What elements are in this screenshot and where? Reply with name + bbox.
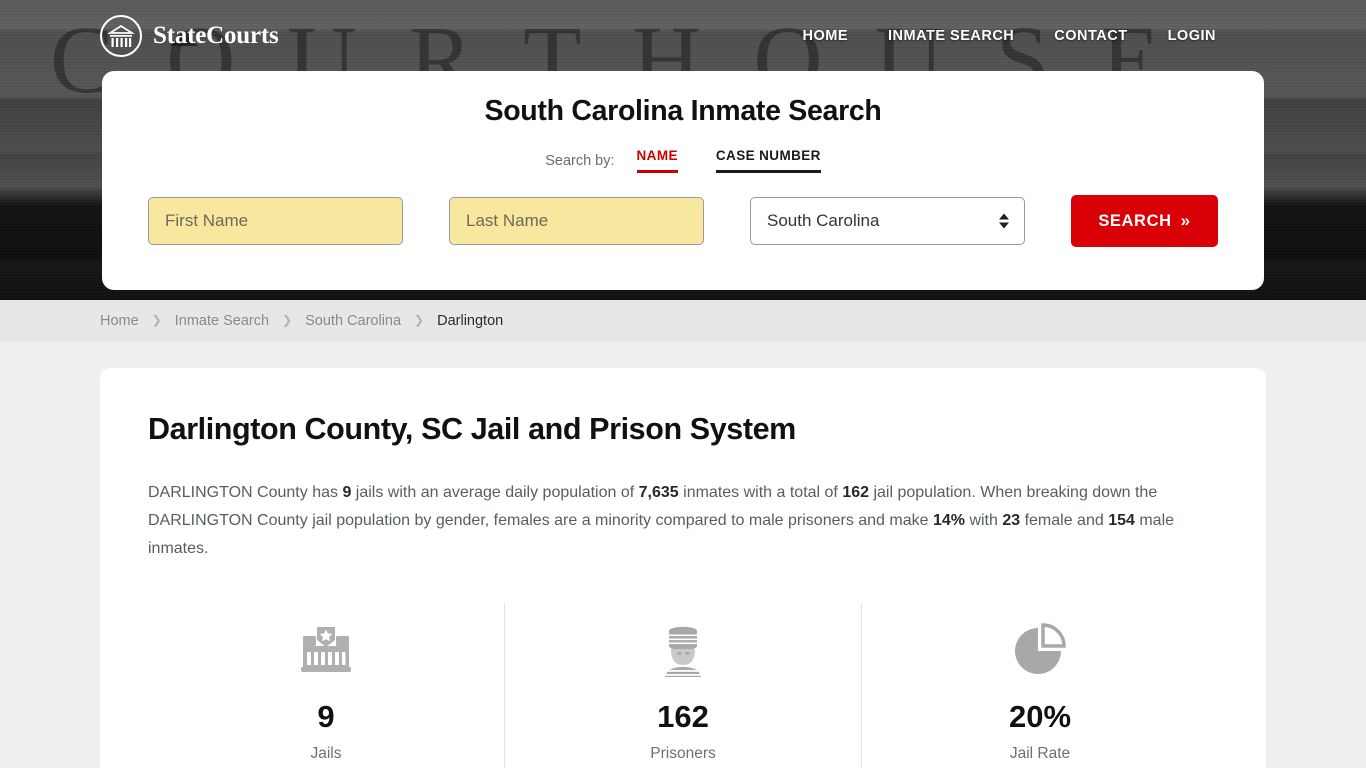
stat-male-count-inline: 154 xyxy=(1108,512,1135,529)
search-by-label: Search by: xyxy=(545,152,615,169)
tab-search-by-case-number[interactable]: CASE NUMBER xyxy=(715,148,821,173)
breadcrumb-item-home[interactable]: Home xyxy=(100,313,139,329)
search-button-label: SEARCH xyxy=(1098,211,1172,230)
breadcrumb-item-darlington: Darlington xyxy=(437,313,504,329)
double-chevron-right-icon: » xyxy=(1180,211,1191,230)
search-card-title: South Carolina Inmate Search xyxy=(484,95,882,127)
prisoner-icon xyxy=(505,617,861,683)
breadcrumb-separator-icon: ❯ xyxy=(151,313,162,327)
stat-jails-label: Jails xyxy=(310,745,342,762)
courthouse-circle-icon xyxy=(100,15,142,57)
stat-jails-value: 9 xyxy=(317,699,335,734)
inmate-search-card: South Carolina Inmate Search Search by: … xyxy=(102,71,1264,290)
breadcrumb: Home ❯ Inmate Search ❯ South Carolina ❯ … xyxy=(0,300,1366,342)
jail-building-icon xyxy=(148,617,504,683)
search-button[interactable]: SEARCH » xyxy=(1071,195,1218,247)
stat-female-percent-inline: 14% xyxy=(932,512,965,529)
intro-text-1: DARLINGTON County has xyxy=(148,484,343,501)
stats-row: 9 Jails 162 Prisoners 20% Jail Rate xyxy=(148,603,1218,768)
search-by-row: Search by: NAME CASE NUMBER xyxy=(102,148,1264,173)
hero-header: StateCourts HOME INMATE SEARCH CONTACT L… xyxy=(0,0,1366,300)
stat-jails-inline: 9 xyxy=(342,484,352,501)
first-name-input[interactable] xyxy=(148,197,403,245)
tab-search-by-name[interactable]: NAME xyxy=(636,148,678,173)
stat-jails: 9 Jails xyxy=(148,603,504,768)
page-title: Darlington County, SC Jail and Prison Sy… xyxy=(148,412,796,446)
intro-text-2: jails with an average daily population o… xyxy=(351,484,639,501)
intro-text-3: inmates with a total of xyxy=(678,484,843,501)
top-navigation-bar: StateCourts HOME INMATE SEARCH CONTACT L… xyxy=(0,0,1366,72)
breadcrumb-separator-icon: ❯ xyxy=(282,313,293,327)
nav-item-inmate-search[interactable]: INMATE SEARCH xyxy=(888,28,1014,44)
nav-item-home[interactable]: HOME xyxy=(803,28,849,44)
chevron-updown-icon[interactable] xyxy=(999,213,1009,229)
nav-item-contact[interactable]: CONTACT xyxy=(1054,28,1127,44)
brand-name: StateCourts xyxy=(153,22,279,49)
state-select-wrapper: South Carolina xyxy=(750,197,1025,245)
breadcrumb-item-south-carolina[interactable]: South Carolina xyxy=(305,313,401,329)
breadcrumb-separator-icon: ❯ xyxy=(414,313,425,327)
stat-prisoners-label: Prisoners xyxy=(650,745,716,762)
pie-chart-icon xyxy=(862,617,1218,683)
content-wrapper: Darlington County, SC Jail and Prison Sy… xyxy=(0,342,1366,768)
main-nav: HOME INMATE SEARCH CONTACT LOGIN xyxy=(803,28,1217,44)
stat-jail-rate-label: Jail Rate xyxy=(1009,745,1071,762)
stat-prisoners-value: 162 xyxy=(657,699,709,734)
state-select[interactable]: South Carolina xyxy=(750,197,1025,245)
last-name-input[interactable] xyxy=(449,197,704,245)
county-summary-paragraph: DARLINGTON County has 9 jails with an av… xyxy=(148,479,1183,563)
nav-item-login[interactable]: LOGIN xyxy=(1168,28,1216,44)
stat-avg-daily-population-inline: 7,635 xyxy=(638,484,679,501)
stat-jail-rate: 20% Jail Rate xyxy=(861,603,1218,768)
intro-text-5: with xyxy=(965,512,1003,529)
brand-logo-link[interactable]: StateCourts xyxy=(100,15,279,57)
stat-total-population-inline: 162 xyxy=(842,484,870,501)
state-select-value: South Carolina xyxy=(767,211,880,230)
county-info-card: Darlington County, SC Jail and Prison Sy… xyxy=(100,368,1266,768)
stat-prisoners: 162 Prisoners xyxy=(504,603,861,768)
breadcrumb-item-inmate-search[interactable]: Inmate Search xyxy=(175,313,269,329)
stat-jail-rate-value: 20% xyxy=(1008,699,1072,734)
stat-female-count-inline: 23 xyxy=(1002,512,1021,529)
search-form: South Carolina SEARCH » xyxy=(102,195,1264,247)
intro-text-6: female and xyxy=(1020,512,1109,529)
